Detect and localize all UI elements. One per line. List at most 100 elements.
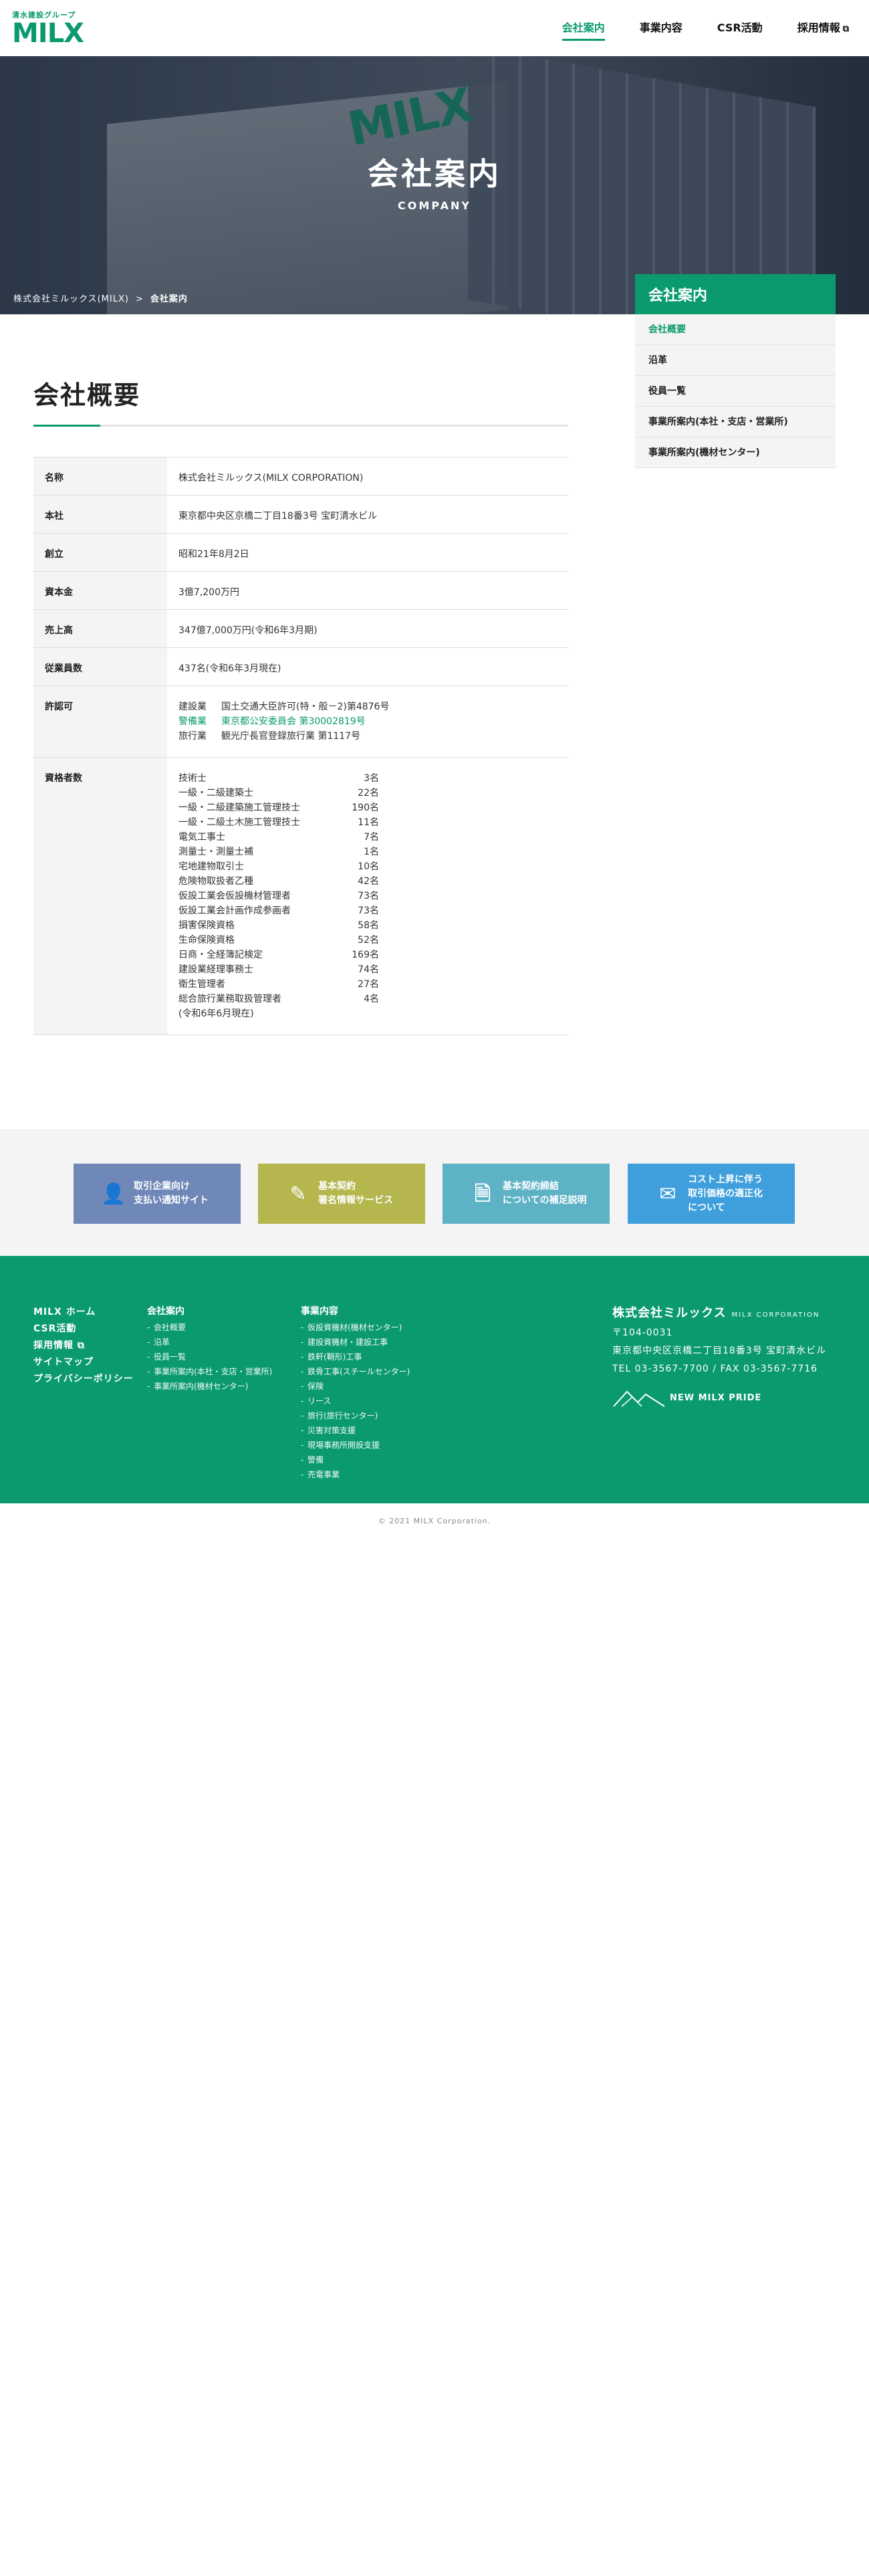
qualification-item: 仮設工業会計画作成参画者 73名 bbox=[178, 903, 379, 918]
qual-name: 電気工事士 bbox=[178, 832, 225, 843]
row-value: 昭和21年8月2日 bbox=[178, 549, 249, 560]
qual-count: 10名 bbox=[358, 861, 379, 872]
page-title: 会社案内 bbox=[368, 156, 501, 192]
qual-name: 宅地建物取引士 bbox=[178, 861, 244, 872]
footer-zip: 〒104-0031 bbox=[612, 1327, 673, 1338]
contract-explanation-banner[interactable]: 🗎 基本契約締結 についての補足説明 bbox=[443, 1164, 610, 1224]
footer-link-home[interactable]: MILX ホーム bbox=[33, 1304, 134, 1321]
qual-count: 42名 bbox=[358, 876, 379, 887]
side-menu-title: 会社案内 bbox=[635, 274, 836, 314]
footer-sublink[interactable]: 事業所案内(機材センター) bbox=[147, 1379, 272, 1394]
banner-line: 支払い通知サイト bbox=[134, 1195, 209, 1206]
qual-name: 損害保険資格 bbox=[178, 920, 235, 931]
row-value: 347億7,000万円(令和6年3月期) bbox=[178, 625, 318, 636]
license-detail-link[interactable]: 東京都公安委員会 第30002819号 bbox=[221, 714, 366, 729]
row-label: 名称 bbox=[33, 457, 167, 495]
footer-sublink[interactable]: 建設資機材・建設工事 bbox=[301, 1335, 410, 1350]
footer-heading-company[interactable]: 会社案内 bbox=[147, 1304, 272, 1319]
footer-sublink[interactable]: 保険 bbox=[301, 1379, 410, 1394]
milx-logo[interactable]: 清水建設グループ MILX bbox=[12, 9, 84, 47]
side-item-equipment-centers[interactable]: 事業所案内(機材センター) bbox=[635, 437, 836, 468]
side-menu: 会社案内 会社概要 沿革 役員一覧 事業所案内(本社・支店・営業所) 事業所案内… bbox=[635, 274, 836, 468]
banner-section: 👤 取引企業向け 支払い通知サイト ✎ 基本契約 署名情報サービス 🗎 基本契約締結… bbox=[0, 1129, 869, 1256]
license-type: 警備業 bbox=[178, 716, 207, 727]
license-detail: 観光庁長官登録旅行業 第1117号 bbox=[221, 731, 361, 742]
banner-line: 署名情報サービス bbox=[318, 1195, 393, 1206]
footer-company-name: 株式会社ミルックス bbox=[612, 1306, 727, 1320]
external-link-icon: ⧉ bbox=[77, 1340, 85, 1351]
footer-sublink[interactable]: リース bbox=[301, 1394, 410, 1408]
table-row-qualifications: 資格者数 技術士 3名 一級・二級建築士 22名 一級・二級建築施工管理技士 190名… bbox=[33, 758, 568, 1035]
price-adjustment-banner[interactable]: ✉ コスト上昇に伴う 取引価格の適正化 について bbox=[628, 1164, 795, 1224]
row-label: 本社 bbox=[33, 496, 167, 533]
qual-count: 3名 bbox=[364, 773, 379, 784]
banner-line: 基本契約締結 bbox=[503, 1181, 559, 1192]
banner-line: についての補足説明 bbox=[503, 1195, 587, 1206]
mountain-logo-icon bbox=[613, 1390, 665, 1407]
footer-sublink[interactable]: 災害対策支援 bbox=[301, 1423, 410, 1438]
footer-sublink[interactable]: 事業所案内(本社・支店・営業所) bbox=[147, 1364, 272, 1379]
footer-company-links: 会社案内 会社概要 沿革 役員一覧 事業所案内(本社・支店・営業所) 事業所案内… bbox=[147, 1304, 272, 1394]
sign-doc-icon: ✎ bbox=[289, 1182, 307, 1206]
row-value: 株式会社ミルックス(MILX CORPORATION) bbox=[178, 473, 364, 484]
side-item-history[interactable]: 沿革 bbox=[635, 345, 836, 376]
nav-recruit[interactable]: 採用情報 ⧉ bbox=[797, 19, 849, 41]
contract-signature-banner[interactable]: ✎ 基本契約署名情報サービス bbox=[258, 1164, 425, 1224]
footer-sublink[interactable]: 役員一覧 bbox=[147, 1350, 272, 1364]
side-item-officers[interactable]: 役員一覧 bbox=[635, 376, 836, 407]
banner-line: 基本契約 bbox=[318, 1181, 356, 1192]
qual-name: 一級・二級建築士 bbox=[178, 788, 253, 798]
qual-name: 仮設工業会計画作成参画者 bbox=[178, 905, 291, 916]
license-line: 建設業 国土交通大臣許可(特・般－2)第4876号 bbox=[178, 700, 557, 714]
nav-recruit-label: 採用情報 bbox=[797, 21, 840, 34]
page-subtitle: COMPANY bbox=[398, 199, 471, 212]
qualification-item: 仮設工業会仮設機材管理者 73名 bbox=[178, 889, 379, 903]
payment-notice-banner[interactable]: 👤 取引企業向け 支払い通知サイト bbox=[74, 1164, 241, 1224]
qualification-item: 一級・二級土木施工管理技士 11名 bbox=[178, 815, 379, 830]
side-item-offices[interactable]: 事業所案内(本社・支店・営業所) bbox=[635, 407, 836, 437]
footer-sublink[interactable]: 旅行(旅行センター) bbox=[301, 1408, 410, 1423]
footer-link-label: 採用情報 bbox=[33, 1340, 74, 1351]
footer-business-links: 事業内容 仮設資機材(機材センター) 建設資機材・建設工事 鉄軒(鞘形)工事 鉄… bbox=[301, 1304, 410, 1482]
breadcrumb-separator: > bbox=[135, 294, 144, 304]
row-label: 資格者数 bbox=[33, 758, 167, 1035]
footer-heading-business[interactable]: 事業内容 bbox=[301, 1304, 410, 1319]
qual-count: 73名 bbox=[358, 891, 379, 901]
footer-sublink[interactable]: 鉄骨工事(スチールセンター) bbox=[301, 1364, 410, 1379]
qual-name: 技術士 bbox=[178, 773, 207, 784]
footer-link-sitemap[interactable]: サイトマップ bbox=[33, 1354, 134, 1371]
footer-sublink[interactable]: 会社概要 bbox=[147, 1320, 272, 1335]
nav-company[interactable]: 会社案内 bbox=[562, 19, 605, 41]
footer-sublink[interactable]: 沿革 bbox=[147, 1335, 272, 1350]
new-milx-pride-logo: NEW MILX PRIDE bbox=[612, 1388, 826, 1408]
qual-name: 一級・二級建築施工管理技士 bbox=[178, 802, 300, 813]
footer-link-privacy[interactable]: プライバシーポリシー bbox=[33, 1371, 134, 1388]
footer-sublink[interactable]: 仮設資機材(機材センター) bbox=[301, 1320, 410, 1335]
breadcrumb-home[interactable]: 株式会社ミルックス(MILX) bbox=[13, 294, 129, 304]
nav-business[interactable]: 事業内容 bbox=[640, 19, 682, 41]
qualification-item: 一級・二級建築士 22名 bbox=[178, 786, 379, 800]
company-overview-table: 名称 株式会社ミルックス(MILX CORPORATION) 本社 東京都中央区京橋… bbox=[33, 457, 568, 1035]
site-header: 清水建設グループ MILX 会社案内 事業内容 CSR活動 採用情報 ⧉ bbox=[0, 0, 869, 56]
footer-main-links: MILX ホーム CSR活動 採用情報 ⧉ サイトマップ プライバシーポリシー bbox=[33, 1304, 134, 1388]
row-label: 従業員数 bbox=[33, 648, 167, 685]
footer-sublink[interactable]: 警備 bbox=[301, 1453, 410, 1467]
row-label: 資本金 bbox=[33, 572, 167, 609]
qual-name: 一級・二級土木施工管理技士 bbox=[178, 817, 300, 828]
qualification-item: 測量士・測量士補 1名 bbox=[178, 845, 379, 859]
license-line[interactable]: 警備業 東京都公安委員会 第30002819号 bbox=[178, 714, 557, 729]
qual-count: 74名 bbox=[358, 964, 379, 975]
license-type: 旅行業 bbox=[178, 731, 207, 742]
qual-name: 測量士・測量士補 bbox=[178, 847, 253, 857]
logo-wordmark: MILX bbox=[12, 18, 84, 49]
footer-sublink[interactable]: 売電事業 bbox=[301, 1467, 410, 1482]
banner-line: コスト上昇に伴う bbox=[688, 1174, 763, 1185]
footer-link-recruit[interactable]: 採用情報 ⧉ bbox=[33, 1337, 134, 1354]
banner-line: 取引企業向け bbox=[134, 1181, 190, 1192]
footer-sublink[interactable]: 現場事務所開設支援 bbox=[301, 1438, 410, 1453]
footer-sublink[interactable]: 鉄軒(鞘形)工事 bbox=[301, 1350, 410, 1364]
side-item-overview[interactable]: 会社概要 bbox=[635, 314, 836, 345]
footer-address: 東京都中央区京橋二丁目18番3号 宝町清水ビル bbox=[612, 1346, 827, 1356]
footer-link-csr[interactable]: CSR活動 bbox=[33, 1321, 134, 1337]
nav-csr[interactable]: CSR活動 bbox=[717, 19, 763, 41]
